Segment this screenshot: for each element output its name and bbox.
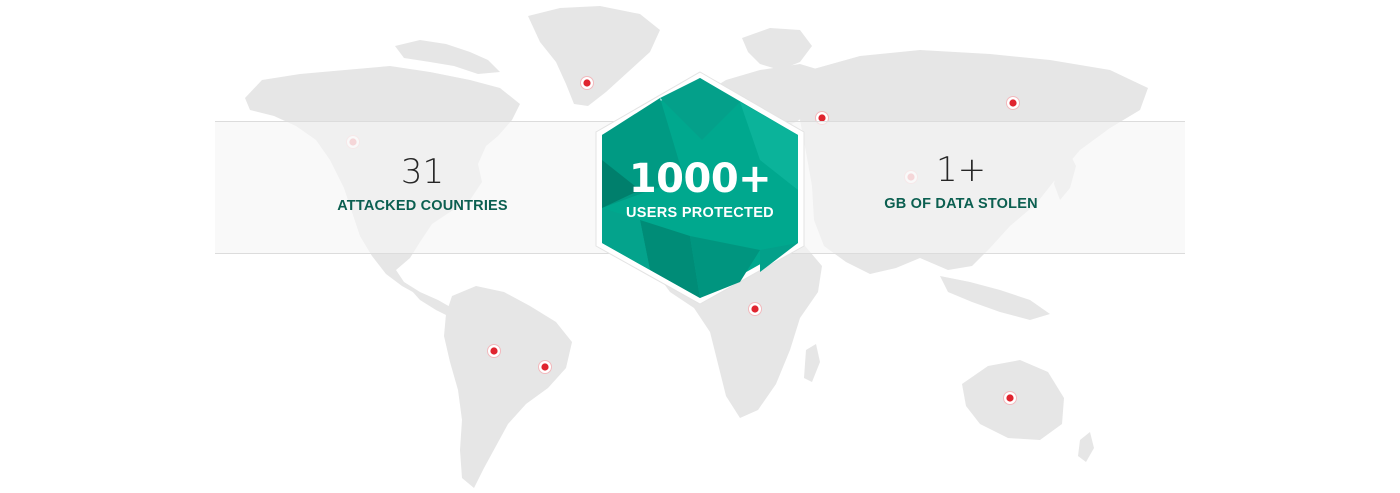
attacked-countries-label: ATTACKED COUNTRIES xyxy=(337,198,508,214)
stats-infographic: 31 ATTACKED COUNTRIES 1000+ USERS PROTEC… xyxy=(0,0,1400,493)
madagascar-shape xyxy=(804,344,820,382)
attacked-countries-stat: 31 ATTACKED COUNTRIES xyxy=(300,152,545,214)
south-america-shape xyxy=(444,286,572,488)
arctic-islands-shape xyxy=(395,40,500,74)
scandinavia-shape xyxy=(742,28,812,70)
new-zealand-shape xyxy=(1078,432,1094,462)
marker-greenland xyxy=(580,76,594,90)
southeast-asia-shape xyxy=(940,276,1050,320)
central-america-shape xyxy=(404,282,452,316)
data-stolen-stat: 1+ GB OF DATA STOLEN xyxy=(836,150,1086,212)
data-stolen-label: GB OF DATA STOLEN xyxy=(884,196,1038,212)
marker-south-america-west xyxy=(487,344,501,358)
data-stolen-value: 1+ xyxy=(935,150,987,190)
marker-south-america-east xyxy=(538,360,552,374)
marker-australia xyxy=(1003,391,1017,405)
users-protected-label: USERS PROTECTED xyxy=(626,205,774,221)
marker-siberia xyxy=(1006,96,1020,110)
attacked-countries-value: 31 xyxy=(400,152,445,192)
users-protected-value: 1000+ xyxy=(628,156,772,202)
